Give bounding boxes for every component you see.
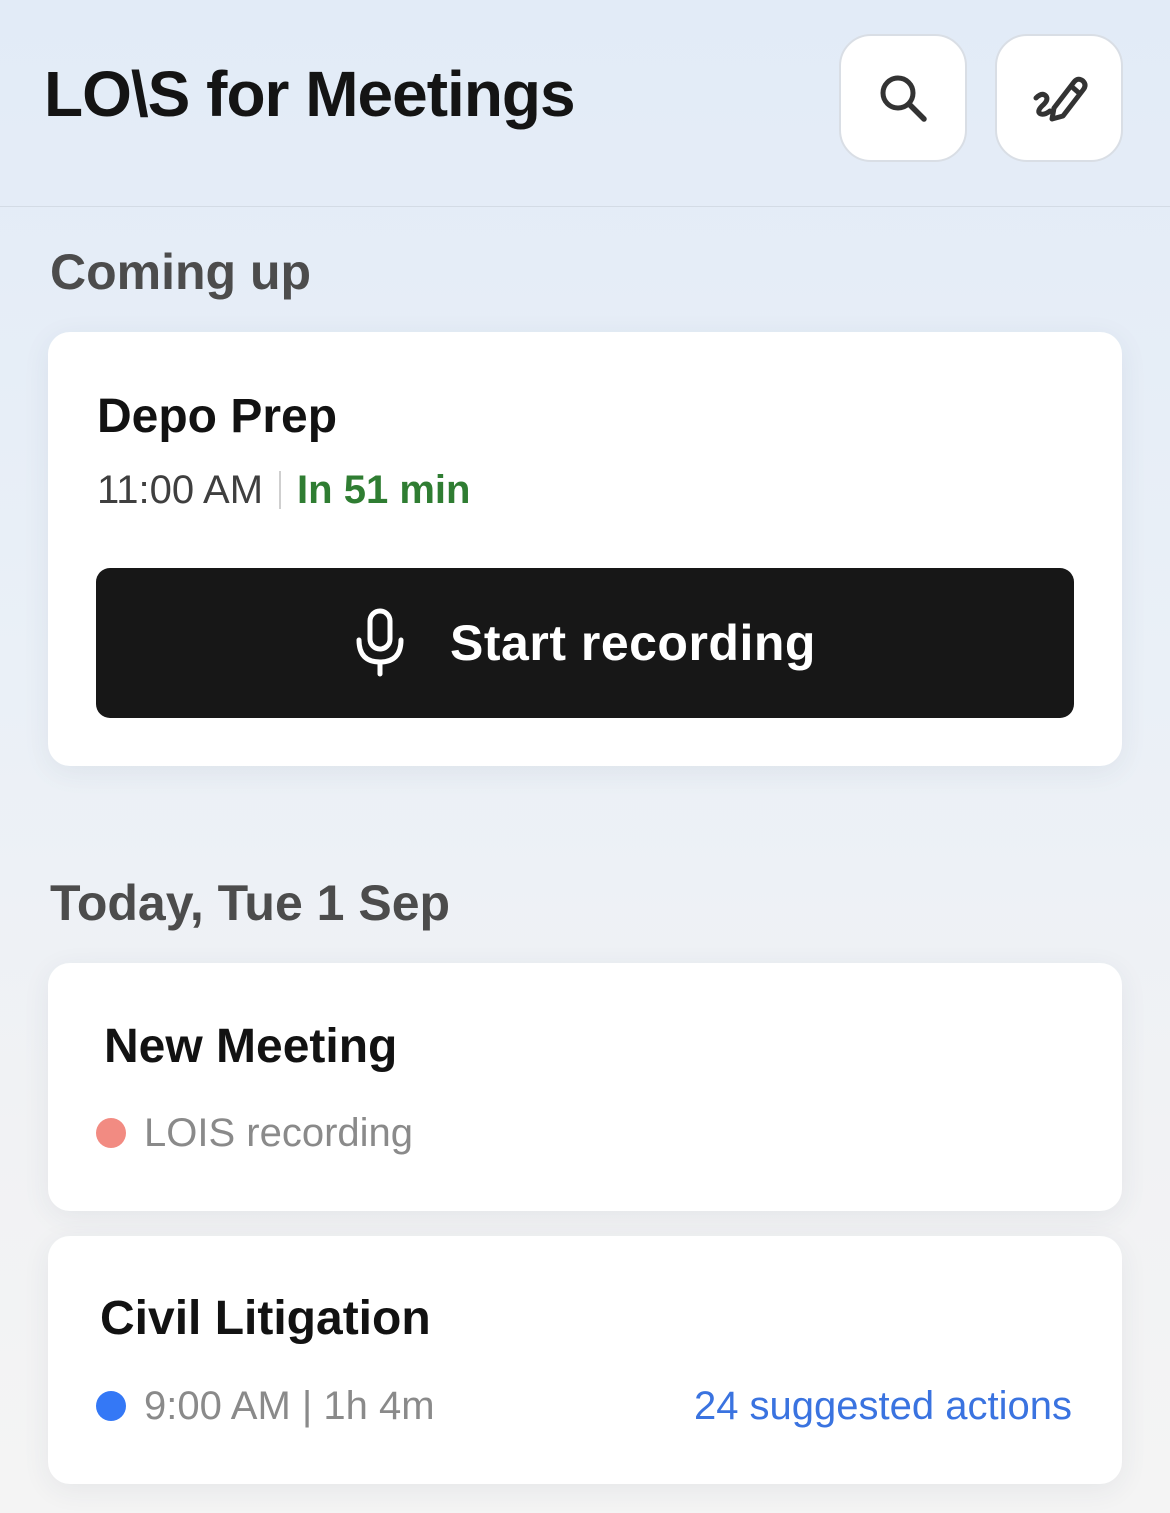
meeting-status-row: 9:00 AM | 1h 4m — [96, 1382, 435, 1430]
meeting-card-civil-litigation[interactable]: Civil Litigation 9:00 AM | 1h 4m 24 sugg… — [48, 1236, 1122, 1484]
compose-icon — [1033, 76, 1088, 122]
microphone-icon — [356, 608, 404, 677]
meeting-title: Civil Litigation — [100, 1292, 431, 1345]
recording-status-dot — [96, 1118, 126, 1148]
compose-button[interactable] — [995, 34, 1123, 162]
app-header: LO\S for Meetings — [0, 0, 1170, 207]
time-divider — [279, 471, 282, 509]
today-heading: Today, Tue 1 Sep — [50, 875, 451, 931]
meeting-status-row: LOIS recording — [96, 1109, 413, 1157]
start-recording-label: Start recording — [450, 615, 816, 671]
app-title: LO\S for Meetings — [44, 58, 576, 130]
coming-up-heading: Coming up — [50, 244, 312, 300]
meeting-status: LOIS recording — [144, 1111, 414, 1155]
upcoming-meeting-title: Depo Prep — [97, 390, 338, 443]
upcoming-meeting-time-row: 11:00 AM In 51 min — [97, 466, 470, 514]
upcoming-meeting-card[interactable]: Depo Prep 11:00 AM In 51 min Start recor… — [48, 332, 1122, 766]
suggested-actions-link[interactable]: 24 suggested actions — [694, 1382, 1072, 1430]
upcoming-meeting-time: 11:00 AM — [97, 468, 264, 512]
meeting-title: New Meeting — [104, 1020, 398, 1073]
search-icon — [880, 75, 927, 122]
search-button[interactable] — [839, 34, 967, 162]
meeting-time-duration: 9:00 AM | 1h 4m — [144, 1384, 435, 1428]
meeting-status-dot — [96, 1391, 126, 1421]
meeting-card-new-meeting[interactable]: New Meeting LOIS recording — [48, 963, 1122, 1211]
upcoming-meeting-countdown: In 51 min — [297, 468, 471, 512]
start-recording-button[interactable]: Start recording — [96, 568, 1074, 718]
